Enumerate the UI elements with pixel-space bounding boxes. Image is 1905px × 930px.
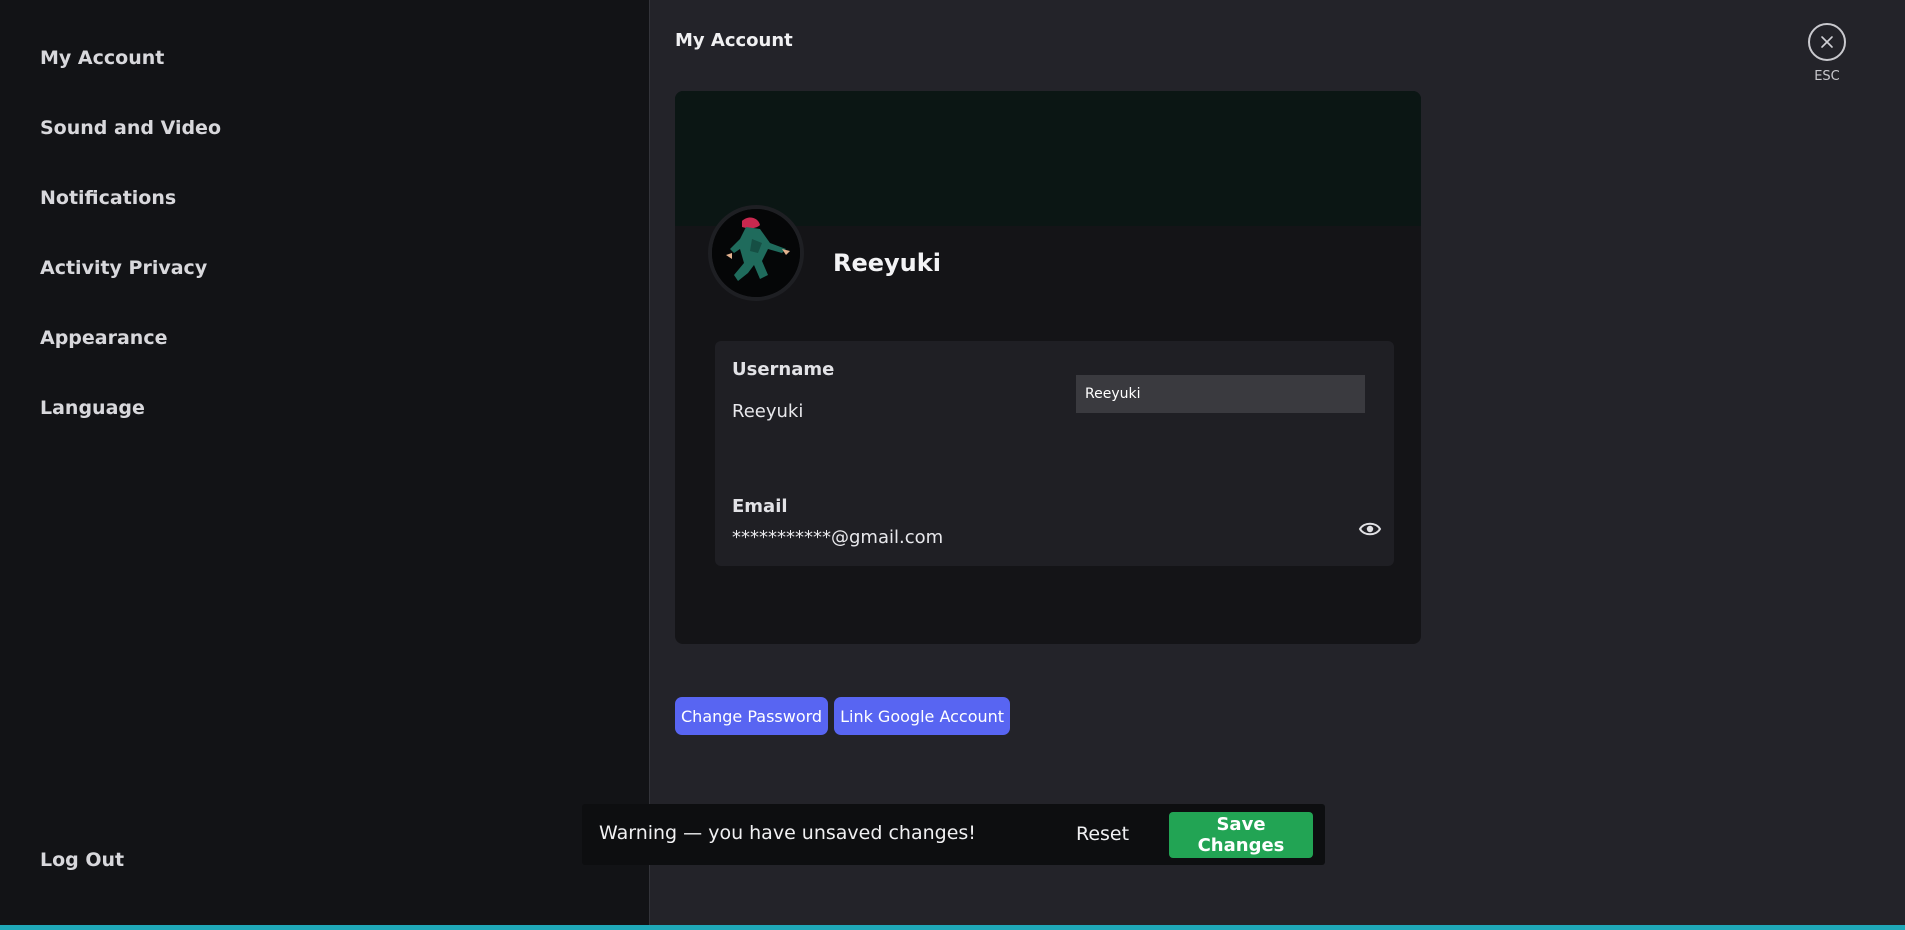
profile-card: Reeyuki Username Reeyuki Email *********… — [675, 91, 1421, 644]
reveal-email-button[interactable] — [1358, 519, 1382, 539]
close-control: ESC — [1806, 23, 1848, 84]
avatar-image — [712, 209, 800, 297]
email-value: ***********@gmail.com — [732, 527, 944, 548]
esc-label: ESC — [1814, 69, 1840, 84]
email-label: Email — [732, 496, 788, 517]
unsaved-changes-bar: Warning — you have unsaved changes! Rese… — [582, 804, 1325, 865]
avatar[interactable] — [708, 205, 804, 301]
eye-icon — [1358, 522, 1382, 536]
settings-nav: My Account Sound and Video Notifications… — [40, 44, 221, 464]
username-value: Reeyuki — [732, 401, 804, 422]
close-button[interactable] — [1808, 23, 1846, 61]
profile-banner — [675, 91, 1421, 226]
link-google-account-button[interactable]: Link Google Account — [834, 697, 1011, 735]
save-changes-button[interactable]: Save Changes — [1169, 812, 1313, 858]
sidebar-item-activity-privacy[interactable]: Activity Privacy — [40, 254, 221, 324]
account-info-box: Username Reeyuki Email ***********@gmail… — [715, 341, 1394, 566]
sidebar-item-notifications[interactable]: Notifications — [40, 184, 221, 254]
page-title: My Account — [675, 30, 793, 51]
sidebar-item-appearance[interactable]: Appearance — [40, 324, 221, 394]
settings-sidebar: My Account Sound and Video Notifications… — [0, 0, 650, 930]
unsaved-warning-text: Warning — you have unsaved changes! — [599, 822, 976, 844]
display-name: Reeyuki — [833, 249, 941, 277]
sidebar-item-sound-and-video[interactable]: Sound and Video — [40, 114, 221, 184]
change-password-button[interactable]: Change Password — [675, 697, 829, 735]
username-label: Username — [732, 359, 835, 380]
close-icon — [1821, 36, 1833, 48]
username-input[interactable] — [1076, 375, 1365, 413]
logout-button[interactable]: Log Out — [40, 849, 124, 871]
sidebar-item-language[interactable]: Language — [40, 394, 221, 464]
sidebar-item-my-account[interactable]: My Account — [40, 44, 221, 114]
reset-button[interactable]: Reset — [1068, 817, 1137, 851]
bottom-accent-line — [0, 925, 1905, 930]
account-actions: Change Password Link Google Account — [675, 697, 1011, 735]
